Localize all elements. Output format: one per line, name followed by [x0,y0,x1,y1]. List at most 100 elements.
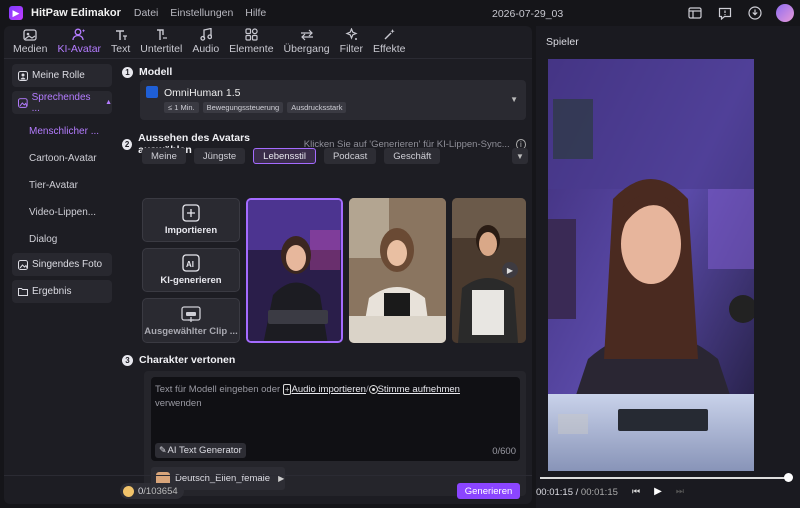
filter-meine[interactable]: Meine [142,148,186,164]
video-preview[interactable] [548,59,754,471]
magic-wand-icon: ✎ [159,445,167,455]
player-panel: Spieler 00:01:15 / 00:01:15 ⏮ ▶ ⏭ [536,26,800,508]
style-filter-bar: Meine Jüngste Lebensstil Podcast Geschäf… [142,148,441,164]
ai-avatar-icon [72,28,86,41]
tab-label: Elemente [229,43,274,55]
tab-untertitel[interactable]: Untertitel [135,27,187,58]
clip-icon [181,305,201,322]
thumbnails-next-icon[interactable]: ▶ [502,262,518,278]
tab-audio[interactable]: Audio [187,27,224,58]
tab-label: Medien [13,43,48,55]
sidebar-item-label: Sprechendes ... [31,91,91,114]
play-icon[interactable]: ▶ [654,486,662,497]
model-tag: Bewegungssteuerung [202,102,284,113]
model-tag: ≤ 1 Min. [164,102,199,113]
time-current: 00:01:15 [536,487,573,498]
step-number: 2 [122,138,133,150]
expand-filters-icon[interactable]: ▼ [512,148,528,164]
model-tags: ≤ 1 Min. Bewegungssteuerung Ausdruckssta… [164,102,347,113]
sidebar-sub-video-lippen[interactable]: Video-Lippen... [12,199,112,226]
tab-uebergang[interactable]: Übergang [279,27,335,58]
progress-handle[interactable] [784,473,793,482]
user-avatar[interactable] [776,4,794,22]
text-icon [115,30,127,40]
sidebar-item-meine-rolle[interactable]: Meine Rolle [12,64,112,87]
video-preview-image [548,59,754,471]
ai-image-icon: AI [182,254,200,272]
layout-icon[interactable] [686,4,704,22]
chevron-up-icon: ▲ [105,99,112,106]
avatar-thumbnail-image [349,198,446,343]
filter-juengste[interactable]: Jüngste [193,148,246,164]
generate-button[interactable]: Generieren [457,483,520,499]
import-button[interactable]: Importieren [142,198,240,242]
record-voice-link[interactable]: Stimme aufnehmen [378,384,460,395]
progress-bar[interactable] [540,477,790,479]
section-title: Modell [139,66,173,78]
left-panel: Medien KI-Avatar Text Untertitel Audio E… [4,26,532,504]
sidebar-sub-menschlicher[interactable]: Menschlicher ... [12,118,112,145]
sidebar-sub-tier[interactable]: Tier-Avatar [12,172,112,199]
time-readout: 00:01:15 / 00:01:15 [536,487,618,498]
tab-filter[interactable]: Filter [335,27,368,58]
sidebar-item-singendes-foto[interactable]: Singendes Foto [12,253,112,276]
omnihuman-logo-icon [146,86,158,98]
menu-datei[interactable]: Datei [134,7,159,19]
tab-label: Übergang [283,43,330,55]
filter-lebensstil[interactable]: Lebensstil [253,148,316,164]
download-icon[interactable] [746,4,764,22]
credits-badge[interactable]: 0/103654 [120,483,184,499]
ai-generate-button[interactable]: AI KI-generieren [142,248,240,292]
coin-icon [123,485,134,497]
singing-photo-icon [18,259,28,270]
tab-bar: Medien KI-Avatar Text Untertitel Audio E… [4,26,532,59]
filter-icon [345,28,358,40]
ai-generate-label: KI-generieren [160,275,222,286]
transition-icon [300,29,313,41]
next-frame-icon[interactable]: ⏭ [676,486,684,497]
sidebar-sub-dialog[interactable]: Dialog [12,226,112,253]
ai-text-generator-button[interactable]: ✎ AI Text Generator [155,443,246,458]
section-title: Charakter vertonen [139,354,236,366]
menu-einstellungen[interactable]: Einstellungen [170,7,233,19]
player-label: Spieler [546,36,579,48]
filter-geschaeft[interactable]: Geschäft [384,148,441,164]
tab-label: Filter [339,43,363,55]
sidebar-sub-cartoon[interactable]: Cartoon-Avatar [12,145,112,172]
model-select[interactable]: OmniHuman 1.5 ≤ 1 Min. Bewegungssteuerun… [140,80,526,120]
character-count: 0/600 [492,446,516,457]
record-icon [368,384,378,394]
previous-frame-icon[interactable]: ⏮ [632,486,640,497]
tab-ki-avatar[interactable]: KI-Avatar [52,27,106,58]
talking-photo-icon [18,97,28,108]
effects-icon [384,29,395,40]
tab-elemente[interactable]: Elemente [224,27,278,58]
avatar-thumbnail[interactable] [246,198,343,343]
menu-hilfe[interactable]: Hilfe [245,7,266,19]
plus-icon [182,204,200,222]
time-separator: / [572,487,581,498]
role-icon [18,70,28,81]
ai-text-generator-label: AI Text Generator [167,445,242,456]
avatar-thumbnail[interactable] [349,198,446,343]
selected-clip-label: Ausgewählter Clip ... [144,325,238,337]
credits-total: /103654 [143,485,178,497]
tab-medien[interactable]: Medien [8,27,52,58]
sidebar-item-ergebnis[interactable]: Ergebnis [12,280,112,303]
tab-text[interactable]: Text [106,27,135,58]
tab-label: Audio [192,43,220,55]
script-textarea[interactable]: Text für Modell eingeben oder + Audio imp… [151,377,520,461]
feedback-icon[interactable] [716,4,734,22]
player-controls: ⏮ ▶ ⏭ [632,486,684,497]
tab-effekte[interactable]: Effekte [368,27,411,58]
model-name: OmniHuman 1.5 [164,87,241,99]
sidebar-item-sprechendes[interactable]: Sprechendes ... ▲ [12,91,112,114]
sidebar-item-label: Meine Rolle [32,70,85,81]
audio-icon [200,28,212,41]
import-audio-link[interactable]: Audio importieren [291,384,365,395]
selected-clip-button[interactable]: Ausgewählter Clip ... [142,298,240,343]
avatar-thumbnail[interactable]: ▶ [452,198,526,343]
filter-podcast[interactable]: Podcast [323,148,377,164]
tab-label: Effekte [373,43,406,55]
chevron-down-icon: ▼ [510,95,518,104]
